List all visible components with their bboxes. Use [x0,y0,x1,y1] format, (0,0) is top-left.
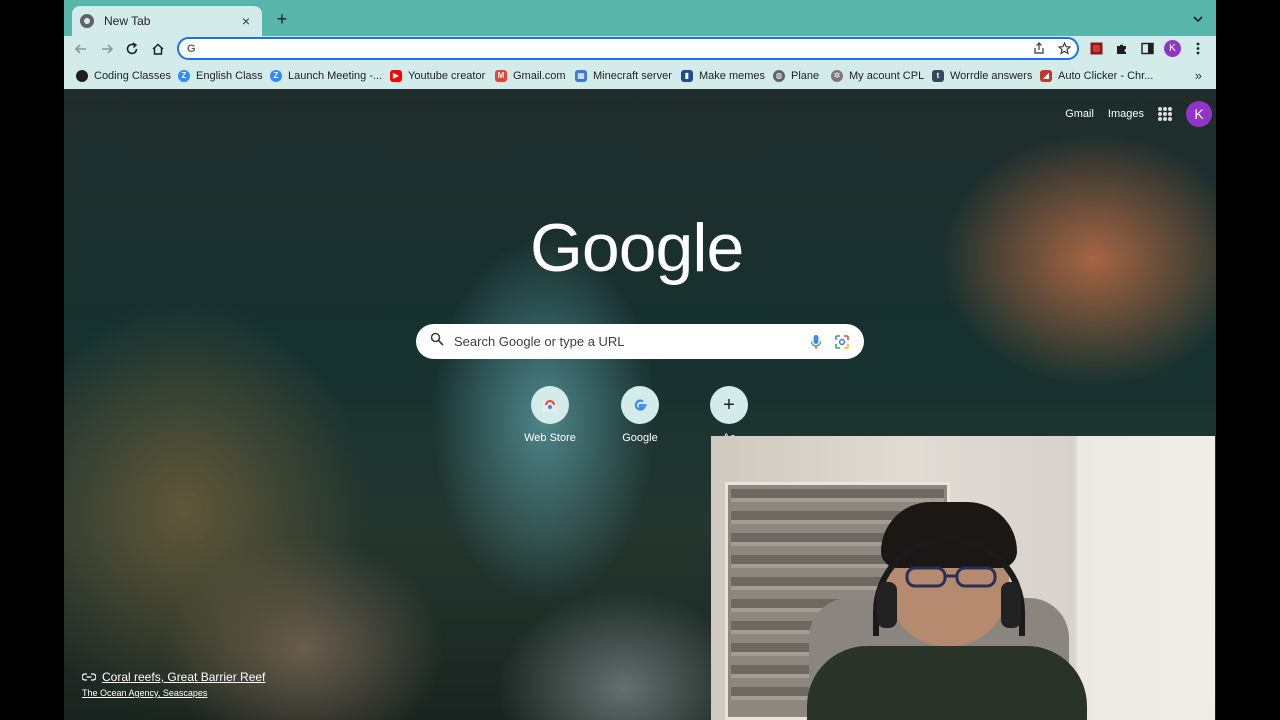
forward-arrow-icon[interactable] [96,38,118,60]
home-icon[interactable] [147,38,169,60]
background-attribution: Coral reefs, Great Barrier Reef The Ocea… [82,670,265,698]
bookmark-star-icon[interactable] [1056,40,1072,56]
meme-icon: ▮ [681,69,693,82]
minecraft-icon: ▦ [575,69,587,82]
bookmark-auto-clicker[interactable]: ◢ Auto Clicker - Chr... [1040,68,1153,83]
bookmarks-bar: Coding Classes Z English Class Z Launch … [64,62,1216,89]
shortcut-label: Web Store [524,432,576,444]
globe-icon: ◍ [773,69,785,82]
google-logo: Google [530,210,744,286]
google-search-icon: G [187,42,196,55]
bookmark-worrdle-answers[interactable]: t Worrdle answers [932,68,1032,83]
images-link[interactable]: Images [1108,108,1144,120]
tab-new-tab[interactable]: New Tab × [72,6,262,36]
back-arrow-icon[interactable] [70,38,92,60]
attribution-collection-link[interactable]: The Ocean Agency, Seascapes [82,688,265,698]
zoom-icon: Z [270,69,282,82]
account-avatar[interactable]: K [1186,101,1212,127]
extension-red-icon[interactable] [1088,40,1104,56]
headphone-right-cup [1001,582,1021,628]
address-bar[interactable]: G [177,37,1079,60]
bookmark-plane[interactable]: ◍ Plane [773,68,819,83]
webcam-overlay [711,436,1215,720]
github-icon [76,69,88,82]
chrome-favicon-icon [80,14,94,28]
bookmark-gmail[interactable]: M Gmail.com [495,68,566,83]
search-icon [430,332,444,351]
top-links: Gmail Images K [1065,101,1212,127]
voice-search-icon[interactable] [810,334,822,350]
google-icon [621,386,659,424]
bookmark-my-acount-cpl[interactable]: ✲ My acount CPL [831,68,924,83]
tab-strip: New Tab × + [64,0,1216,36]
tumblr-icon: t [932,69,944,82]
add-shortcut-icon: + [710,386,748,424]
toolbar: G K [64,36,1216,62]
headphone-left-cup [877,582,897,628]
shortcut-google[interactable]: Google [600,386,680,444]
zoom-icon: Z [178,69,190,82]
gmail-link[interactable]: Gmail [1065,108,1094,120]
tab-close-icon[interactable]: × [238,13,254,29]
new-tab-button[interactable]: + [272,9,292,29]
share-icon[interactable] [1031,40,1047,56]
bookmark-coding-classes[interactable]: Coding Classes [76,68,171,83]
shortcut-label: Google [622,432,658,444]
attribution-title-link[interactable]: Coral reefs, Great Barrier Reef [82,670,265,684]
bookmark-launch-meeting[interactable]: Z Launch Meeting -... [270,68,382,83]
profile-avatar-small[interactable]: K [1164,40,1181,57]
search-placeholder: Search Google or type a URL [454,334,625,349]
bookmark-minecraft-server[interactable]: ▦ Minecraft server [575,68,672,83]
webstore-icon [531,386,569,424]
search-box[interactable]: Search Google or type a URL [416,324,864,359]
bookmark-make-memes[interactable]: ▮ Make memes [681,68,765,83]
bookmarks-overflow-icon[interactable]: » [1195,68,1202,83]
bookmark-youtube-creator[interactable]: ▶ Youtube creator [390,68,485,83]
reload-icon[interactable] [121,38,143,60]
clicker-icon: ◢ [1040,69,1052,82]
lens-camera-icon[interactable] [834,334,850,350]
youtube-icon: ▶ [390,69,402,82]
tab-search-chevron-icon[interactable] [1190,11,1206,27]
address-input[interactable] [201,41,1069,56]
side-panel-icon[interactable] [1139,40,1155,56]
gear-icon: ✲ [831,69,843,82]
extensions-puzzle-icon[interactable] [1113,40,1129,56]
menu-kebab-icon[interactable] [1190,40,1206,56]
person-shirt [807,646,1087,720]
link-icon [82,673,96,681]
browser-window: New Tab × + G K Coding Classes Z English… [64,0,1216,720]
shortcut-web-store[interactable]: Web Store [510,386,590,444]
tab-title: New Tab [104,14,151,28]
gmail-icon: M [495,69,507,82]
bookmark-english-class[interactable]: Z English Class [178,68,263,83]
google-apps-icon[interactable] [1158,107,1172,121]
